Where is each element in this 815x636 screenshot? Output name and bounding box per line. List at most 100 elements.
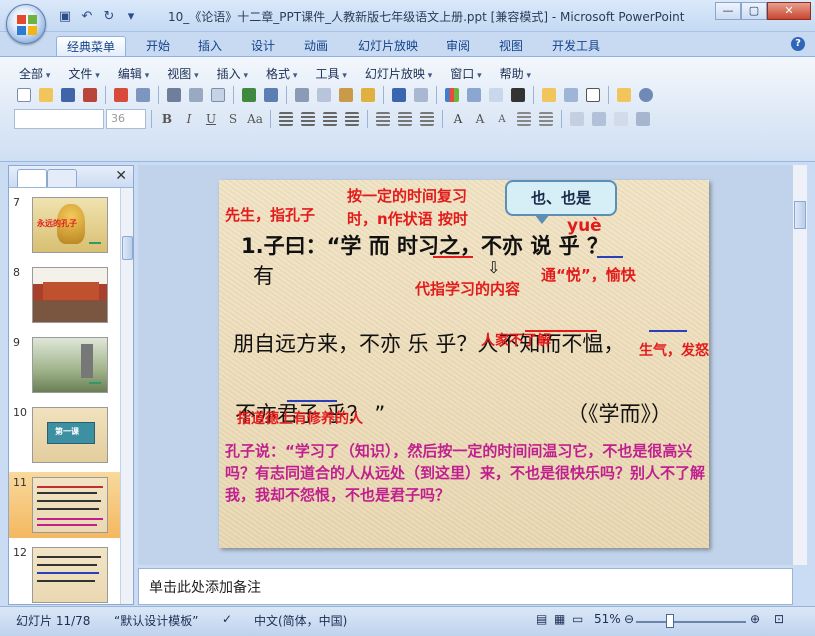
italic-button[interactable]: I <box>179 112 199 126</box>
list-icon[interactable] <box>417 109 437 129</box>
save-icon[interactable] <box>58 85 78 105</box>
picture-icon[interactable] <box>486 85 506 105</box>
print-icon[interactable] <box>164 85 184 105</box>
font-color-icon[interactable]: A <box>448 112 468 126</box>
help-icon[interactable]: ? <box>791 37 805 51</box>
cut-icon[interactable] <box>292 85 312 105</box>
menu-help[interactable]: 帮助 <box>491 65 540 82</box>
underline-button[interactable]: U <box>201 112 221 126</box>
notes-pane[interactable]: 单击此处添加备注 <box>138 568 793 605</box>
research-icon[interactable] <box>261 85 281 105</box>
close-button[interactable]: ✕ <box>767 2 811 20</box>
pdf-icon[interactable] <box>111 85 131 105</box>
chart-icon[interactable] <box>442 85 462 105</box>
shapes-icon[interactable] <box>567 109 587 129</box>
undo-icon[interactable] <box>389 85 409 105</box>
arrange-icon[interactable] <box>589 109 609 129</box>
tab-review[interactable]: 审阅 <box>436 36 480 56</box>
menu-tools[interactable]: 工具 <box>306 65 355 82</box>
align-center-icon[interactable] <box>298 109 318 129</box>
zoom-level[interactable]: 51% <box>594 612 621 626</box>
save-icon[interactable]: ▣ <box>56 7 74 25</box>
maximize-button[interactable]: ▢ <box>741 2 767 20</box>
zoom-slider-knob[interactable] <box>666 614 674 628</box>
format-painter-icon[interactable] <box>358 85 378 105</box>
tab-view[interactable]: 视图 <box>489 36 533 56</box>
numbering-icon[interactable] <box>373 109 393 129</box>
styles-icon[interactable] <box>611 109 631 129</box>
redo-icon[interactable]: ↻ <box>100 7 118 25</box>
tab-insert[interactable]: 插入 <box>188 36 232 56</box>
close-panel-icon[interactable]: ✕ <box>115 168 127 184</box>
slide-layout-icon[interactable] <box>561 85 581 105</box>
slides-tab[interactable] <box>17 169 47 187</box>
decrease-indent-icon[interactable] <box>514 109 534 129</box>
slide-thumbnail-10[interactable]: 10 第一课 <box>9 402 121 468</box>
slide-thumbnail-9[interactable]: 9 <box>9 332 121 398</box>
print-preview-icon[interactable] <box>186 85 206 105</box>
copy-icon[interactable] <box>314 85 334 105</box>
zoom-out-icon[interactable]: ⊖ <box>624 612 634 626</box>
thumbnail-scrollbar[interactable] <box>120 188 133 604</box>
qat-customize-icon[interactable]: ▾ <box>122 7 140 25</box>
slide-thumbnail-7[interactable]: 7 永远的孔子 <box>9 192 121 258</box>
tab-slideshow[interactable]: 幻灯片放映 <box>348 36 428 56</box>
color-icon[interactable] <box>508 85 528 105</box>
menu-format[interactable]: 格式 <box>257 65 306 82</box>
export-icon[interactable] <box>133 85 153 105</box>
editor-scrollbar[interactable] <box>792 165 807 565</box>
tab-design[interactable]: 设计 <box>241 36 285 56</box>
font-size-box[interactable]: 36 <box>106 109 146 129</box>
paste-icon[interactable] <box>336 85 356 105</box>
menu-all[interactable]: 全部 <box>10 65 59 82</box>
fit-window-icon[interactable]: ⊡ <box>774 612 784 626</box>
normal-view-icon[interactable]: ▤ <box>536 612 547 626</box>
undo-icon[interactable]: ↶ <box>78 7 96 25</box>
align-right-icon[interactable] <box>320 109 340 129</box>
menu-insert[interactable]: 插入 <box>208 65 257 82</box>
bullets-icon[interactable] <box>395 109 415 129</box>
shadow-button[interactable]: S <box>223 112 243 126</box>
font-name-box[interactable] <box>14 109 104 129</box>
folder-icon[interactable] <box>614 85 634 105</box>
change-case-button[interactable]: Aa <box>245 112 265 126</box>
minimize-button[interactable]: — <box>715 2 741 20</box>
zoom-slider[interactable] <box>636 621 746 623</box>
new-slide-icon[interactable] <box>539 85 559 105</box>
grow-font-icon[interactable]: A <box>470 112 490 126</box>
open-icon[interactable] <box>36 85 56 105</box>
tab-home[interactable]: 开始 <box>136 36 180 56</box>
zoom-in-icon[interactable]: ⊕ <box>750 612 760 626</box>
tab-developer[interactable]: 开发工具 <box>542 36 610 56</box>
permission-icon[interactable] <box>80 85 100 105</box>
find-icon[interactable] <box>636 85 656 105</box>
new-icon[interactable] <box>14 85 34 105</box>
menu-window[interactable]: 窗口 <box>441 65 490 82</box>
slide-thumbnail-12[interactable]: 12 <box>9 542 121 604</box>
menu-slideshow[interactable]: 幻灯片放映 <box>356 65 441 82</box>
justify-icon[interactable] <box>342 109 362 129</box>
office-button[interactable] <box>6 4 46 44</box>
layout-icon[interactable] <box>208 85 228 105</box>
increase-indent-icon[interactable] <box>536 109 556 129</box>
slideshow-view-icon[interactable]: ▭ <box>572 612 583 626</box>
language-status[interactable]: 中文(简体，中国) <box>254 612 347 629</box>
align-left-icon[interactable] <box>276 109 296 129</box>
slide-thumbnail-11[interactable]: 11 <box>9 472 121 538</box>
textbox-icon[interactable] <box>583 85 603 105</box>
slide-thumbnail-8[interactable]: 8 <box>9 262 121 328</box>
sorter-view-icon[interactable]: ▦ <box>554 612 565 626</box>
outline-tab[interactable] <box>47 169 77 187</box>
bold-button[interactable]: B <box>157 112 177 126</box>
current-slide[interactable]: 也、也是 先生，指孔子 按一定的时间复习 时，n作状语 按时 yuè 1.子曰：… <box>219 180 709 548</box>
spelling-icon[interactable] <box>239 85 259 105</box>
menu-edit[interactable]: 编辑 <box>109 65 158 82</box>
tab-animation[interactable]: 动画 <box>294 36 338 56</box>
spell-check-icon[interactable]: ✓ <box>222 612 232 626</box>
redo-icon[interactable] <box>411 85 431 105</box>
menu-view[interactable]: 视图 <box>158 65 207 82</box>
tab-classic-menu[interactable]: 经典菜单 <box>56 36 127 56</box>
menu-file[interactable]: 文件 <box>59 65 108 82</box>
table-icon[interactable] <box>464 85 484 105</box>
fill-icon[interactable] <box>633 109 653 129</box>
